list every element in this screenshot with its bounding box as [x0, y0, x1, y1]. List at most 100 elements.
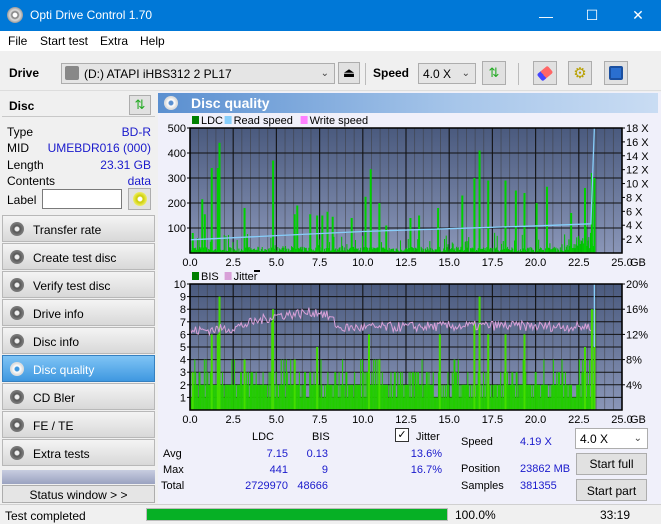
bis-bar: [285, 397, 287, 410]
bis-bar: [542, 384, 544, 410]
bis-bar: [531, 397, 533, 410]
bis-bar: [310, 372, 312, 410]
bis-bar: [514, 384, 515, 410]
bis-bar: [422, 397, 424, 410]
ldc-bar: [247, 247, 249, 253]
bis-bar: [575, 397, 577, 410]
bis-bar: [297, 384, 299, 410]
ldc-peak-bar: [210, 168, 213, 253]
ldc-bar: [561, 244, 563, 253]
bis-bar: [489, 397, 491, 410]
ldc-bar: [209, 241, 211, 253]
bis-bar: [206, 384, 208, 410]
bis-bar: [572, 397, 574, 410]
bis-bar: [565, 384, 567, 410]
bis-bar: [544, 384, 546, 410]
bis-bar: [248, 397, 250, 410]
bis-bar: [255, 372, 257, 410]
ldc-bar: [576, 237, 578, 253]
ldc-bar: [426, 247, 428, 253]
stats-col-bis: BIS: [312, 431, 330, 443]
bis-bar: [200, 384, 202, 410]
bis-bar: [450, 397, 452, 410]
bis-bar: [587, 384, 589, 410]
ldc-bar: [291, 247, 293, 253]
ldc-bar: [590, 232, 592, 253]
ldc-bar: [304, 247, 306, 253]
bis-bar: [320, 359, 322, 410]
bis-bar: [564, 384, 566, 410]
ldc-peak-bar: [350, 218, 353, 253]
bis-y-tick: 3: [180, 367, 186, 379]
bis-bar: [519, 384, 521, 410]
bis-bar: [494, 384, 496, 410]
bis-bar: [205, 359, 207, 410]
bis-bar: [501, 384, 503, 410]
ldc-bar: [305, 247, 307, 253]
ldc-bar: [308, 247, 310, 253]
bis-bar: [433, 397, 435, 410]
bis-bar: [361, 397, 363, 410]
bis-bar: [223, 397, 225, 410]
bis-y-tick: 7: [180, 317, 186, 329]
bis-bar: [387, 397, 389, 410]
ldc-x-label: GB: [630, 257, 646, 269]
bis-bar: [365, 397, 367, 410]
bis-y2-tick: 4%: [626, 380, 642, 392]
ldc-bar: [229, 247, 231, 253]
ldc-bar: [429, 241, 431, 253]
bis-bar: [325, 384, 327, 410]
bis-x-tick: 0.0: [182, 414, 197, 426]
ldc-peak-bar: [385, 225, 388, 253]
speed-stat-value: 4.19 X: [520, 436, 552, 448]
ldc-bar: [246, 236, 248, 253]
bis-bar: [571, 384, 573, 410]
bis-bar: [321, 384, 323, 410]
bis-bar: [291, 384, 293, 410]
bis-bar: [306, 397, 308, 410]
ldc-bar: [577, 236, 579, 253]
bis-bar: [483, 384, 485, 410]
bis-bar: [556, 372, 558, 410]
bis-bar: [224, 384, 226, 410]
bis-peak-bar: [218, 296, 221, 410]
position-value: 23862 MB: [520, 463, 571, 475]
start-part-button[interactable]: Start part: [576, 479, 647, 501]
ldc-x-tick: 17.5: [482, 257, 503, 269]
bis-bar: [538, 384, 540, 410]
samples-value: 381355: [520, 480, 557, 492]
jitter-checkbox[interactable]: ✓: [395, 428, 409, 442]
bis-bar: [508, 384, 510, 410]
ldc-bar: [346, 244, 348, 253]
bis-bar: [586, 372, 588, 410]
bis-bar: [229, 384, 231, 410]
bis-bar: [359, 384, 361, 410]
bis-bar: [374, 384, 376, 410]
bis-bar: [348, 384, 350, 410]
bis-bar: [348, 384, 350, 410]
bis-peak-bar: [367, 334, 370, 410]
bis-bar: [451, 372, 453, 410]
ldc-bar: [464, 241, 466, 253]
bis-bar: [497, 384, 499, 410]
bis-bar: [522, 359, 524, 410]
bis-bar: [503, 372, 505, 410]
ldc-y2-tick: 4 X: [626, 220, 643, 232]
ldc-bar: [282, 246, 284, 253]
bis-bar: [551, 384, 553, 410]
bis-bar: [547, 397, 549, 410]
bis-bar: [566, 384, 568, 410]
bis-bar: [372, 384, 374, 410]
start-full-button[interactable]: Start full: [576, 453, 647, 475]
test-speed-select[interactable]: 4.0 X ⌄: [575, 428, 648, 449]
ldc-bar: [507, 246, 509, 253]
bis-bar: [333, 384, 335, 410]
bis-bar: [340, 384, 342, 410]
bis-bar: [552, 384, 554, 410]
bis-bar: [456, 372, 458, 410]
ldc-bar: [514, 240, 515, 253]
bis-bar: [277, 384, 279, 410]
bis-bar: [252, 372, 254, 410]
bis-bar: [463, 384, 465, 410]
bis-bar: [228, 384, 230, 410]
